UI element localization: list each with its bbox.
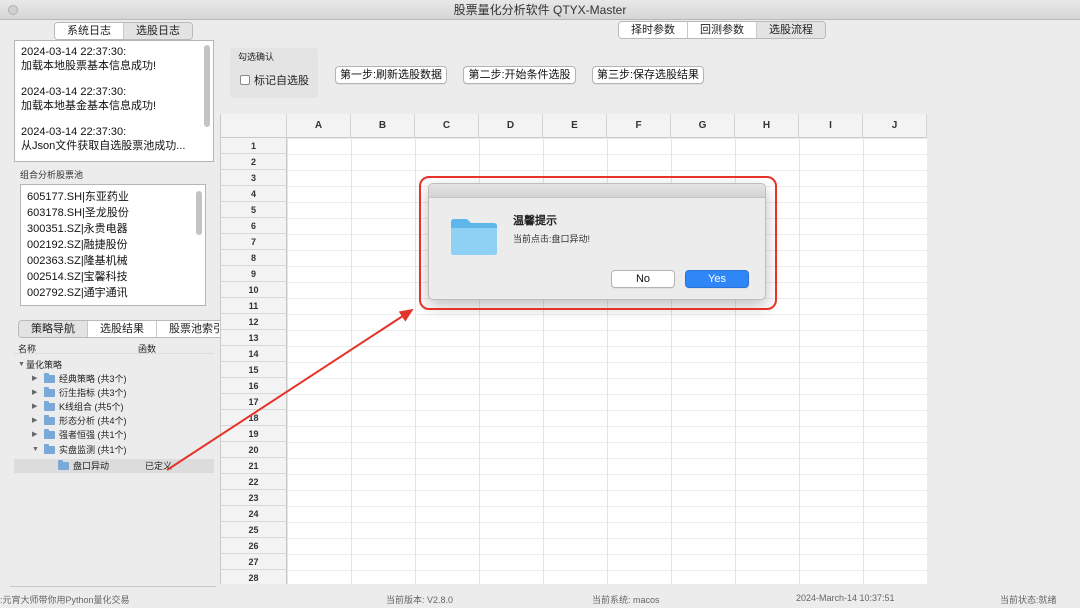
status-state: 当前状态:就绪 xyxy=(1000,595,1057,605)
status-slogan: :元宵大师带你用Python量化交易 xyxy=(0,595,130,605)
status-system: 当前系统: macos xyxy=(592,595,660,605)
status-version: 当前版本: V2.8.0 xyxy=(386,595,454,605)
annotation-arrow xyxy=(166,308,414,471)
status-datetime: 2024-March-14 10:37:51 xyxy=(796,593,895,603)
